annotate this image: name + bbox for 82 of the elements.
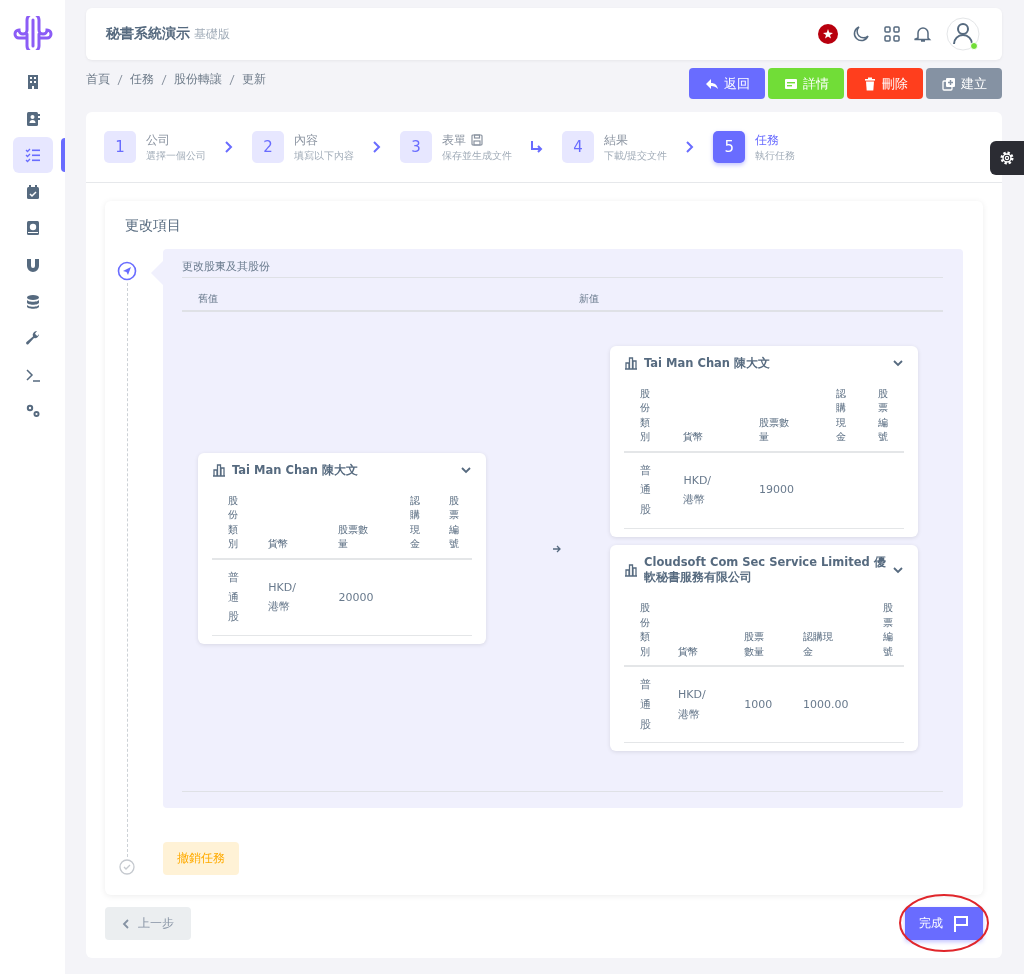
- separator-icon: [117, 73, 123, 86]
- action-button[interactable]: 返回: [689, 68, 765, 99]
- checklist-icon: [24, 147, 41, 164]
- separator-icon: [229, 73, 235, 86]
- table-header: 股票編號: [878, 386, 888, 445]
- table-cell-text: HKD/港幣: [678, 686, 707, 723]
- chevron-icon: [224, 141, 234, 153]
- change-title: 更改股東及其股份: [182, 259, 943, 278]
- moon-icon[interactable]: [852, 25, 870, 43]
- chart-icon: [624, 356, 638, 371]
- table-cell-text: 普通股: [228, 569, 239, 626]
- arrow-icon: [552, 543, 562, 554]
- terminal-icon: [24, 366, 41, 383]
- document-icon: [783, 76, 798, 91]
- flag-outline-icon: [953, 914, 969, 933]
- flag-icon[interactable]: [818, 24, 838, 44]
- table-header: 股票數量: [744, 630, 765, 659]
- edition-label: 基礎版: [194, 26, 230, 43]
- action-button[interactable]: 刪除: [847, 68, 923, 99]
- avatar-icon[interactable]: [946, 17, 980, 51]
- chevron-icon: [372, 141, 382, 153]
- wizard-step[interactable]: 1 公司 選擇一個公司: [104, 131, 206, 163]
- column-header: 舊值: [198, 292, 219, 306]
- chevron-icon: [685, 141, 696, 153]
- breadcrumb-link[interactable]: 首頁: [86, 71, 110, 88]
- settings-icon: [999, 150, 1015, 166]
- calendar-check-icon: [24, 183, 41, 200]
- settings-button[interactable]: [990, 141, 1024, 175]
- table-cell-text: HKD/港幣: [683, 472, 713, 509]
- chart-icon: [624, 563, 638, 577]
- sidebar-item[interactable]: [12, 137, 53, 174]
- table-header: 股份類別: [640, 601, 650, 659]
- table-header: 貨幣: [268, 537, 289, 552]
- chart-icon: [212, 463, 226, 478]
- table-cell-text: 20000: [338, 589, 375, 606]
- wrench-icon: [24, 330, 41, 347]
- chevron-down-icon[interactable]: [892, 564, 904, 576]
- action-button[interactable]: 建立: [926, 68, 1002, 99]
- shareholder-name: Cloudsoft Com Sec Service Limited 優軟秘書服務有限公司: [644, 555, 886, 585]
- logo-icon: [12, 16, 53, 50]
- table-cell-text: 1000: [744, 696, 774, 713]
- shareholder-name: Tai Man Chan 陳大文: [232, 462, 360, 478]
- table-header: 股票數量: [759, 415, 789, 445]
- copy-plus-icon: [941, 76, 956, 91]
- magnet-icon: [24, 256, 41, 273]
- table-header: 貨幣: [678, 644, 698, 659]
- check-circle-icon: [119, 859, 135, 875]
- table-header: 股票編號: [883, 601, 894, 659]
- table-header: 股份類別: [640, 386, 650, 445]
- table-cell-text: 1000.00: [802, 696, 850, 713]
- database-icon: [24, 293, 41, 310]
- breadcrumb-link[interactable]: 任務: [130, 71, 154, 88]
- separator-icon: [161, 73, 167, 86]
- table-header: 股票編號: [449, 493, 459, 552]
- chevron-left-icon: [122, 918, 130, 929]
- column-header: 新值: [577, 292, 600, 306]
- table-header: 認購現金: [802, 630, 833, 659]
- previous-button[interactable]: 上一步: [105, 907, 191, 940]
- table-cell-text: HKD/港幣: [268, 579, 297, 616]
- table-cell-text: 19000: [759, 482, 795, 499]
- wizard-step[interactable]: 2 內容 填寫以下內容: [252, 131, 354, 163]
- trash-icon: [862, 76, 877, 91]
- table-cell-text: 普通股: [640, 462, 651, 519]
- grid-icon[interactable]: [884, 26, 900, 42]
- bell-icon[interactable]: [914, 25, 932, 43]
- table-cell-text: 普通股: [640, 677, 651, 733]
- table-header: 認購現金: [410, 493, 420, 552]
- send-icon: [117, 261, 137, 281]
- table-header: 認購現金: [836, 386, 846, 445]
- table-header: 股票數量: [338, 522, 369, 552]
- app-title: 秘書系統演示: [106, 25, 190, 43]
- breadcrumb-link[interactable]: 股份轉讓: [174, 71, 222, 88]
- shareholder-name: Tai Man Chan 陳大文: [644, 355, 772, 371]
- section-title: 更改項目: [125, 217, 182, 235]
- wizard-step[interactable]: 3 表單 保存並生成文件: [400, 131, 512, 163]
- table-header: 貨幣: [683, 430, 704, 445]
- contact-card-icon: [24, 110, 41, 127]
- wizard-step[interactable]: 5 任務 執行任務: [713, 131, 796, 163]
- finish-button[interactable]: 完成: [905, 907, 983, 940]
- wizard-step[interactable]: 4 結果 下載/提交文件: [562, 131, 668, 163]
- table-header: 股份類別: [228, 493, 238, 552]
- breadcrumb-link[interactable]: 更新: [242, 71, 266, 88]
